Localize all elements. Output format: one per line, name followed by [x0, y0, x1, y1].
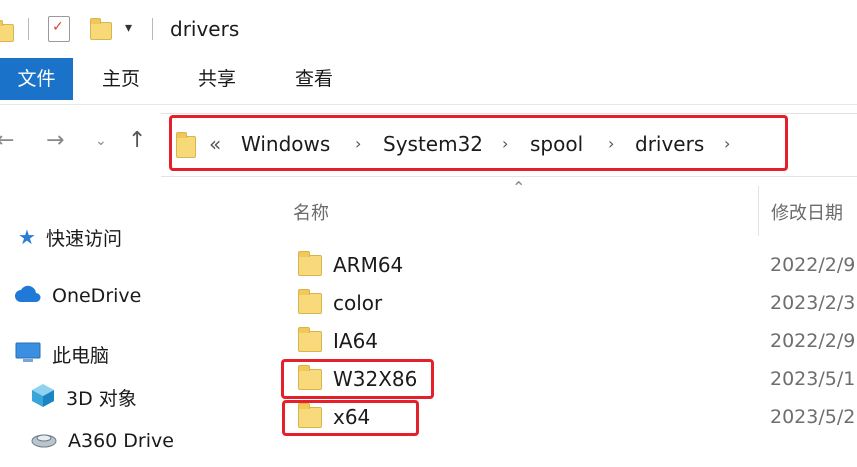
cloud-icon: [14, 285, 42, 308]
folder-icon: [298, 250, 322, 276]
file-date: 2023/2/3: [770, 292, 856, 314]
tab-home[interactable]: 主页: [96, 58, 146, 100]
folder-icon: [0, 20, 14, 42]
star-icon: ★: [18, 225, 36, 249]
cube-icon: [30, 382, 56, 413]
file-name: ARM64: [333, 253, 404, 277]
forward-arrow-icon[interactable]: →: [46, 128, 64, 153]
quick-access-toolbar-dropdown-icon[interactable]: ▾: [125, 20, 132, 36]
sidebar-item-a360-drive[interactable]: A360 Drive: [30, 426, 174, 456]
new-folder-icon[interactable]: [90, 18, 112, 40]
folder-icon: [298, 326, 322, 352]
sidebar-item-this-pc[interactable]: 此电脑: [14, 339, 109, 369]
list-item[interactable]: color 2023/2/3: [298, 288, 857, 318]
sidebar-item-quick-access[interactable]: ★ 快速访问: [18, 222, 122, 252]
divider: [152, 18, 153, 40]
computer-icon: [14, 341, 42, 368]
list-item[interactable]: ARM64 2022/2/9: [298, 250, 857, 280]
tab-file[interactable]: 文件: [0, 58, 73, 100]
file-date: 2023/5/1: [770, 368, 856, 390]
properties-icon[interactable]: ✓: [48, 16, 70, 42]
column-divider[interactable]: [758, 186, 759, 236]
sidebar-item-label: OneDrive: [52, 285, 142, 307]
sidebar-item-3d-objects[interactable]: 3D 对象: [30, 382, 137, 412]
sidebar-item-label: 3D 对象: [66, 387, 137, 410]
tab-view[interactable]: 查看: [289, 58, 339, 100]
divider: [28, 18, 29, 40]
sidebar-item-label: 此电脑: [52, 344, 110, 367]
sidebar-item-label: 快速访问: [45, 227, 122, 250]
sidebar-item-label: A360 Drive: [68, 430, 174, 452]
drive-icon: [30, 430, 58, 453]
highlight-box-x64: [282, 400, 419, 436]
column-header-date[interactable]: 修改日期: [771, 199, 843, 225]
file-date: 2022/2/9: [770, 254, 856, 276]
file-name: IA64: [333, 329, 379, 353]
back-arrow-icon[interactable]: ←: [0, 128, 14, 153]
folder-icon: [298, 288, 322, 314]
window-title: drivers: [170, 17, 240, 41]
address-highlight-box: [169, 115, 788, 171]
column-header-name[interactable]: 名称: [293, 199, 329, 225]
highlight-box-w32x86: [281, 359, 434, 399]
file-date: 2022/2/9: [770, 330, 856, 352]
recent-locations-chevron-icon[interactable]: ⌄: [95, 133, 107, 149]
file-name: color: [333, 291, 383, 315]
up-arrow-icon[interactable]: ↑: [128, 128, 146, 153]
ribbon-divider: [0, 104, 857, 105]
file-date: 2023/5/2: [770, 406, 856, 428]
list-item[interactable]: IA64 2022/2/9: [298, 326, 857, 356]
title-bar: ✓ ▾ drivers: [0, 0, 857, 56]
sort-ascending-icon: ⌃: [512, 178, 526, 197]
tab-share[interactable]: 共享: [192, 58, 242, 100]
sidebar-item-onedrive[interactable]: OneDrive: [14, 281, 141, 311]
